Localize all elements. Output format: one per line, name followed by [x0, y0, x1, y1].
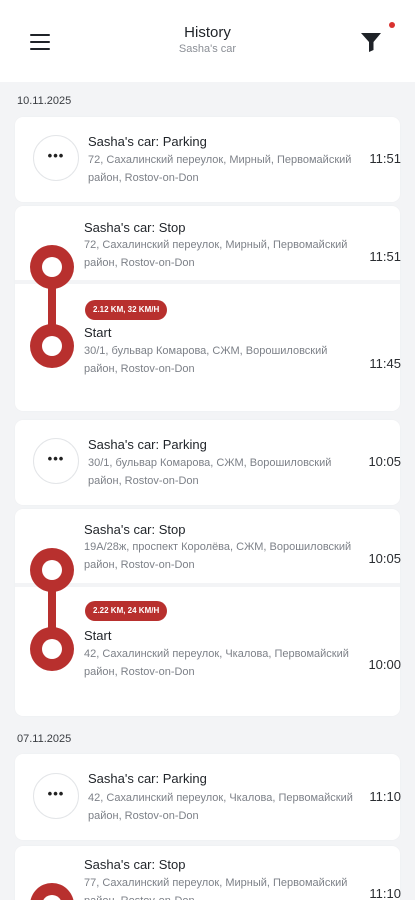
event-address: 42, Сахалинский переулок, Чкалова, Перво… [88, 792, 353, 822]
page-subtitle: Sasha's car [178, 43, 237, 55]
stop-address: 72, Сахалинский переулок, Мирный, Первом… [84, 239, 348, 269]
stop-time: 11:51 [369, 249, 401, 264]
start-title: Start [84, 325, 112, 340]
date-header: 07.11.2025 [17, 733, 72, 745]
trip-distance-speed-badge: 2.22 KM, 24 KM/H [85, 601, 168, 621]
page-title: History [184, 24, 231, 41]
event-time: 11:10 [369, 789, 401, 804]
parking-event-card[interactable]: ••• Sasha's car: Parking 72, Сахалинский… [15, 117, 401, 202]
more-dots-icon[interactable]: ••• [33, 438, 79, 484]
app-header: History Sasha's car [0, 0, 415, 82]
route-pin-icon [30, 245, 74, 368]
stop-title: Sasha's car: Stop [84, 522, 186, 537]
event-time: 10:05 [368, 454, 401, 469]
event-title: Sasha's car: Parking [88, 134, 207, 149]
trip-distance-speed-badge: 2.12 KM, 32 KM/H [85, 300, 168, 320]
stop-time: 11:10 [369, 886, 401, 900]
start-address: 42, Сахалинский переулок, Чкалова, Перво… [84, 648, 349, 678]
event-address: 72, Сахалинский переулок, Мирный, Первом… [88, 154, 352, 184]
start-time: 11:45 [369, 356, 401, 371]
parking-event-card[interactable]: ••• Sasha's car: Parking 42, Сахалинский… [15, 754, 401, 840]
stop-title: Sasha's car: Stop [84, 857, 186, 872]
stop-time: 10:05 [368, 551, 401, 566]
parking-event-card[interactable]: ••• Sasha's car: Parking 30/1, бульвар К… [15, 420, 401, 505]
route-pin-icon [30, 548, 74, 671]
start-title: Start [84, 628, 112, 643]
stop-address: 77, Сахалинский переулок, Мирный, Первом… [84, 877, 348, 900]
event-title: Sasha's car: Parking [88, 771, 207, 786]
stop-address: 19А/28ж, проспект Королёва, СЖМ, Ворошил… [84, 541, 352, 571]
stop-title: Sasha's car: Stop [84, 220, 186, 235]
event-title: Sasha's car: Parking [88, 437, 207, 452]
start-time: 10:00 [368, 657, 401, 672]
filter-funnel-icon[interactable] [359, 30, 385, 54]
event-time: 11:51 [369, 151, 401, 166]
start-address: 30/1, бульвар Комарова, СЖМ, Ворошиловск… [84, 345, 328, 375]
more-dots-icon[interactable]: ••• [33, 773, 79, 819]
route-pin-icon [30, 883, 74, 900]
filter-notification-dot [389, 22, 395, 28]
more-dots-icon[interactable]: ••• [33, 135, 79, 181]
date-header: 10.11.2025 [17, 95, 72, 107]
event-address: 30/1, бульвар Комарова, СЖМ, Ворошиловск… [88, 457, 332, 487]
